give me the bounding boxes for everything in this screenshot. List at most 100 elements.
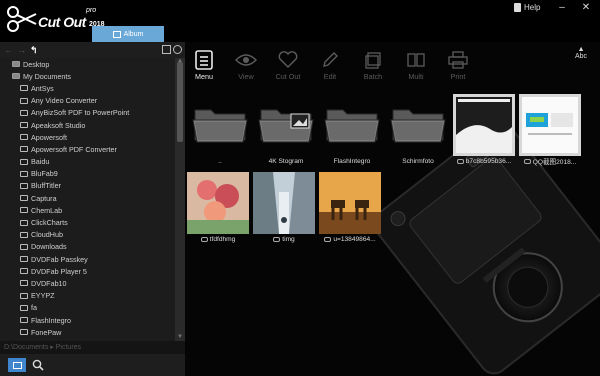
scrollbar-thumb[interactable] xyxy=(177,62,183,142)
tab-album-label: Album xyxy=(123,30,144,38)
scroll-down-icon[interactable]: ▼ xyxy=(177,334,183,340)
folder-icon xyxy=(20,122,28,129)
tool-multi-button[interactable]: Multi xyxy=(394,48,438,88)
help-button[interactable]: Help xyxy=(514,1,540,14)
folder-icon xyxy=(387,94,449,156)
folder-tree-item-any-video-converter[interactable]: Any Video Converter xyxy=(0,95,175,107)
thumbnail-label: u=13849864... xyxy=(333,235,376,243)
folder-tree-item-blufftitler[interactable]: BluffTitler xyxy=(0,180,175,192)
folder-tree-item-label: Downloads xyxy=(31,242,67,252)
minimize-button[interactable]: – xyxy=(552,0,572,14)
folder-tree-item-eyypz[interactable]: EYYPZ xyxy=(0,290,175,302)
sort-by-name-button[interactable]: ▲ Abc xyxy=(575,46,587,60)
folder-tree-item-label: DVDFab Player 5 xyxy=(31,266,87,276)
printer-icon xyxy=(436,48,480,72)
folder-tree-item-chemlab[interactable]: ChemLab xyxy=(0,204,175,216)
folder-icon xyxy=(20,97,28,104)
folder-thumbnail-schirmfoto[interactable]: Schirmfoto xyxy=(387,94,449,166)
folder-tree-item-label: FonePaw xyxy=(31,327,62,337)
tool-view-button[interactable]: View xyxy=(224,48,268,88)
folder-tree-item-label: ChemLab xyxy=(31,205,63,215)
folder-icon xyxy=(20,182,28,189)
thumbnail-caption: timg xyxy=(253,234,315,244)
menu-icon xyxy=(185,48,226,72)
folder-thumbnail-flashintegro[interactable]: FlashIntegro xyxy=(321,94,383,166)
folder-thumbnail-4k-stogram[interactable]: 4K Stogram xyxy=(255,94,317,166)
pencil-icon xyxy=(308,48,352,72)
folder-tree-item-antsys[interactable]: AntSys xyxy=(0,82,175,94)
thumbnail-label: FlashIntegro xyxy=(333,157,371,165)
folder-tree-item-apeaksoft-studio[interactable]: Apeaksoft Studio xyxy=(0,119,175,131)
tab-album[interactable]: Album xyxy=(92,26,164,42)
forward-arrow-icon[interactable]: → xyxy=(17,45,26,55)
folder-icon xyxy=(321,94,383,156)
folder-tree-item-apowersoft-pdf-converter[interactable]: Apowersoft PDF Converter xyxy=(0,143,175,155)
folder-view-button[interactable] xyxy=(8,358,26,372)
folder-tree-item-dvdfab-passkey[interactable]: DVDFab Passkey xyxy=(0,253,175,265)
folder-tree-item-captura[interactable]: Captura xyxy=(0,192,175,204)
folder-icon xyxy=(189,94,251,156)
folder-tree-item-dvdfab10[interactable]: DVDFab10 xyxy=(0,277,175,289)
thumbnail-label: 4K Stogram xyxy=(268,157,304,165)
folder-icon xyxy=(20,219,28,226)
folder-icon xyxy=(20,207,28,214)
folder-tree-item-label: DVDFab10 xyxy=(31,278,67,288)
folder-tree-item-my-documents[interactable]: My Documents xyxy=(0,70,175,82)
folder-tree-item-label: EYYPZ xyxy=(31,291,55,301)
folder-tree-item-flashintegro[interactable]: FlashIntegro xyxy=(0,314,175,326)
album-view: Menu View Cut Out Edit Batch Multi Print ▲ Abc… xyxy=(185,42,600,376)
image-thumbnail-timg[interactable]: timg xyxy=(253,172,315,244)
image-thumbnail-b7c8b595b36[interactable]: b7c8b595b36... xyxy=(453,94,515,166)
folder-tree-item-downloads[interactable]: Downloads xyxy=(0,241,175,253)
tool-menu-button[interactable]: Menu xyxy=(185,48,226,88)
folder-tree[interactable]: Desktop My Documents AntSys Any Video Conve… xyxy=(0,58,175,341)
tool-label: Batch xyxy=(363,72,383,81)
back-arrow-icon[interactable]: ← xyxy=(4,45,13,55)
folder-tree-item-fonepaw[interactable]: FonePaw xyxy=(0,326,175,338)
folder-tree-scrollbar[interactable]: ▲ ▼ xyxy=(175,58,185,341)
pages-icon xyxy=(394,48,438,72)
folder-tree-item-desktop[interactable]: Desktop xyxy=(0,58,175,70)
image-thumbnail-tfdfdhmg[interactable]: tfdfdhmg xyxy=(187,172,249,244)
folder-tree-item-label: Desktop xyxy=(23,59,50,69)
file-type-icon xyxy=(523,158,531,164)
app-logo: Cut Out pro 2018 xyxy=(4,4,105,32)
search-icon[interactable] xyxy=(32,359,44,371)
close-button[interactable]: ✕ xyxy=(576,0,596,14)
folder-tree-item-blufab9[interactable]: BluFab9 xyxy=(0,168,175,180)
heart-icon xyxy=(266,48,310,72)
folder-tree-item-clickcharts[interactable]: ClickCharts xyxy=(0,216,175,228)
image-thumbnail-u-13849864[interactable]: u=13849864... xyxy=(319,172,381,244)
tool-edit-button[interactable]: Edit xyxy=(308,48,352,88)
folder-icon xyxy=(20,329,28,336)
tool-label: Cut Out xyxy=(275,72,301,81)
folder-tree-item-apowersoft[interactable]: Apowersoft xyxy=(0,131,175,143)
folder-nav-bar: ← → ↰ xyxy=(0,42,185,58)
up-folder-icon[interactable]: ↰ xyxy=(30,45,38,56)
thumbnail-caption: Schirmfoto xyxy=(387,156,449,166)
folder-thumbnail-item[interactable]: .. xyxy=(189,94,251,166)
favorite-star-icon[interactable] xyxy=(173,45,182,54)
image-thumbnail-qq-2018[interactable]: QQ截图2018... xyxy=(519,94,581,166)
file-type-icon xyxy=(456,158,464,164)
logo-pro: pro xyxy=(86,7,97,14)
tool-cut-out-button[interactable]: Cut Out xyxy=(266,48,310,88)
folder-icon xyxy=(20,195,28,202)
new-folder-icon[interactable] xyxy=(162,45,171,54)
folder-tree-item-baidu[interactable]: Baidu xyxy=(0,156,175,168)
thumbnail-label: .. xyxy=(218,157,222,165)
folder-tree-item-cloudhub[interactable]: CloudHub xyxy=(0,229,175,241)
folder-tree-item-label: Apeaksoft Studio xyxy=(31,120,86,130)
thumbnail-label: QQ截图2018... xyxy=(532,159,577,166)
thumbnail-caption: 4K Stogram xyxy=(255,156,317,166)
logo-name: Cut Out xyxy=(38,14,86,30)
folder-tree-item-fa[interactable]: fa xyxy=(0,302,175,314)
folder-tree-item-dvdfab-player-5[interactable]: DVDFab Player 5 xyxy=(0,265,175,277)
tool-batch-button[interactable]: Batch xyxy=(351,48,395,88)
sort-label: Abc xyxy=(575,53,588,60)
folder-tree-item-anybizsoft-pdf-to-powerpoint[interactable]: AnyBizSoft PDF to PowerPoint xyxy=(0,107,175,119)
thumbnail-caption: u=13849864... xyxy=(319,234,381,244)
tool-print-button[interactable]: Print xyxy=(436,48,480,88)
folder-icon xyxy=(12,361,22,369)
folder-tree-item-label: ClickCharts xyxy=(31,218,68,228)
